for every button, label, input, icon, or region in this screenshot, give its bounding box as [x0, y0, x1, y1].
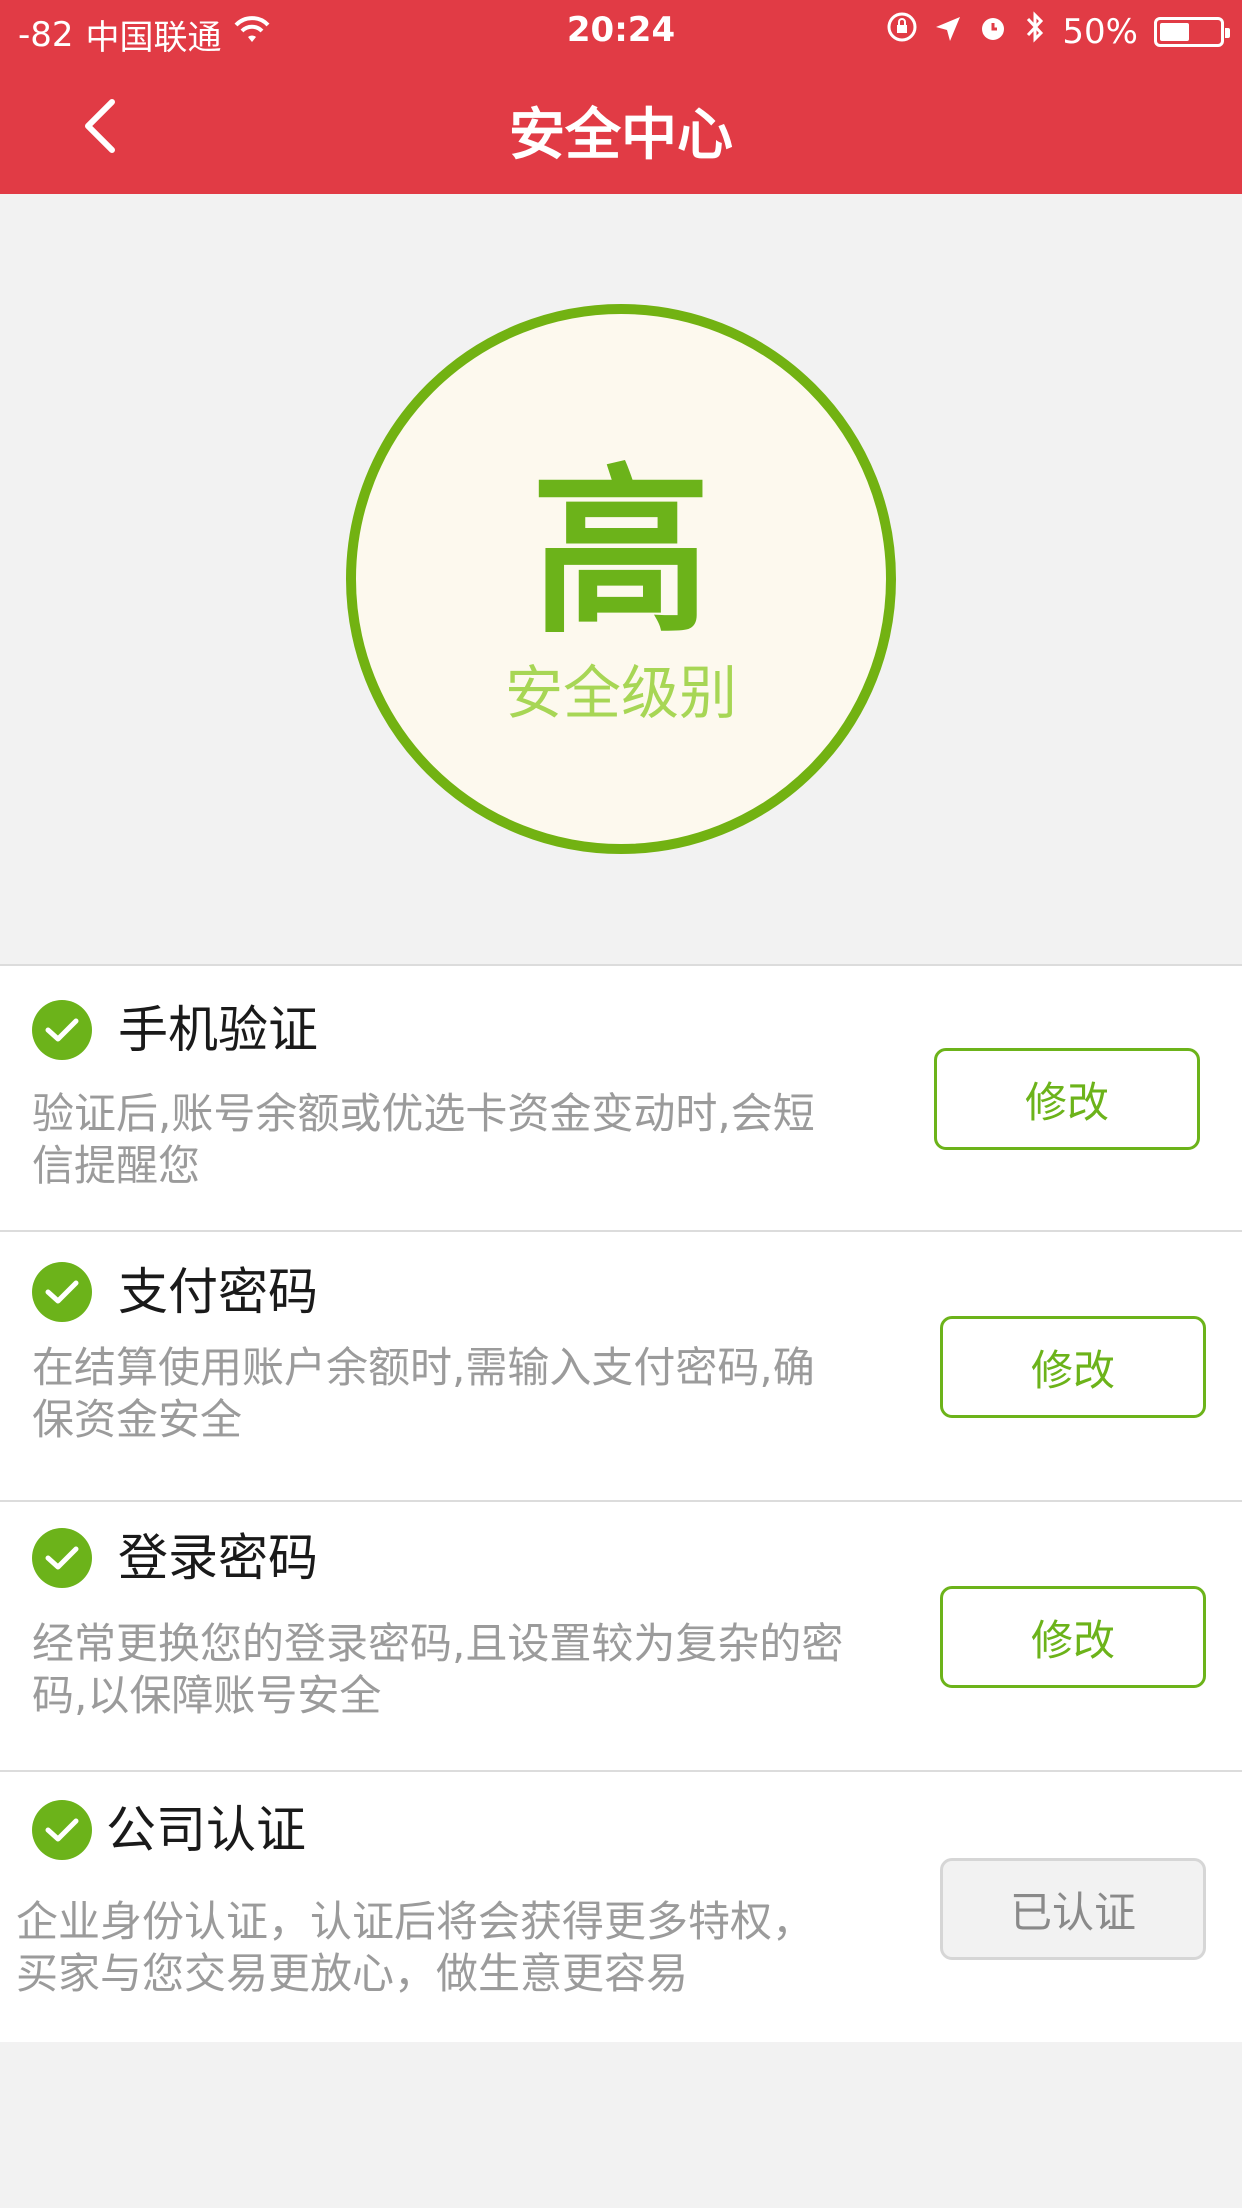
list-item-company-certification: 公司认证 企业身份认证，认证后将会获得更多特权， 买家与您交易更放心，做生意更容… — [0, 1772, 1242, 2042]
security-items-list: 手机验证 验证后,账号余额或优选卡资金变动时,会短 信提醒您 修改 支付密码 在… — [0, 964, 1242, 2042]
page-title: 安全中心 — [509, 103, 733, 168]
battery-fill — [1160, 22, 1189, 41]
item-description-line: 企业身份认证，认证后将会获得更多特权， — [16, 1897, 815, 1946]
item-description-line: 保资金安全 — [32, 1395, 243, 1444]
security-level-label: 安全级别 — [504, 659, 737, 727]
item-description: 经常更换您的登录密码,且设置较为复杂的密 码,以保障账号安全 — [32, 1618, 843, 1722]
modify-payment-password-button[interactable]: 修改 — [940, 1316, 1206, 1418]
list-item-phone-verification: 手机验证 验证后,账号余额或优选卡资金变动时,会短 信提醒您 修改 — [0, 966, 1242, 1232]
item-title: 支付密码 — [118, 1263, 318, 1321]
item-description-line: 信提醒您 — [32, 1141, 201, 1190]
check-icon — [32, 1262, 92, 1322]
battery-percent: 50% — [1062, 11, 1138, 52]
list-item-login-password: 登录密码 经常更换您的登录密码,且设置较为复杂的密 码,以保障账号安全 修改 — [0, 1502, 1242, 1772]
status-right: 50% — [886, 10, 1230, 53]
check-icon — [32, 1000, 92, 1060]
location-icon — [934, 12, 962, 52]
security-level-value: 高 — [530, 449, 711, 658]
item-description-line: 经常更换您的登录密码,且设置较为复杂的密 — [32, 1619, 844, 1668]
certified-button: 已认证 — [940, 1858, 1206, 1960]
rotation-lock-icon — [886, 11, 918, 52]
item-description-line: 买家与您交易更放心，做生意更容易 — [16, 1949, 689, 1998]
bluetooth-icon — [1024, 10, 1046, 53]
item-description-line: 验证后,账号余额或优选卡资金变动时,会短 — [32, 1089, 815, 1138]
item-title: 登录密码 — [118, 1529, 318, 1587]
item-title: 手机验证 — [118, 1001, 318, 1059]
item-description-line: 码,以保障账号安全 — [32, 1671, 382, 1720]
modify-login-password-button[interactable]: 修改 — [940, 1586, 1206, 1688]
item-description: 在结算使用账户余额时,需输入支付密码,确 保资金安全 — [32, 1342, 815, 1446]
status-bar: -82 中国联通 20:24 50% — [0, 0, 1242, 64]
item-description-line: 在结算使用账户余额时,需输入支付密码,确 — [32, 1343, 815, 1392]
battery-icon — [1154, 16, 1230, 47]
item-description: 企业身份认证，认证后将会获得更多特权， 买家与您交易更放心，做生意更容易 — [16, 1896, 814, 2000]
header: -82 中国联通 20:24 50% 安全中心 — [0, 0, 1242, 194]
item-description: 验证后,账号余额或优选卡资金变动时,会短 信提醒您 — [32, 1088, 815, 1192]
check-icon — [32, 1800, 92, 1860]
list-item-payment-password: 支付密码 在结算使用账户余额时,需输入支付密码,确 保资金安全 修改 — [0, 1232, 1242, 1502]
modify-phone-button[interactable]: 修改 — [934, 1048, 1200, 1150]
item-title: 公司认证 — [106, 1801, 306, 1859]
screen: -82 中国联通 20:24 50% 安全中心 高 安全级别 手机验证 验证后,… — [0, 0, 1242, 2208]
alarm-icon — [978, 12, 1008, 52]
check-icon — [32, 1528, 92, 1588]
security-level-circle: 高 安全级别 — [346, 304, 896, 854]
